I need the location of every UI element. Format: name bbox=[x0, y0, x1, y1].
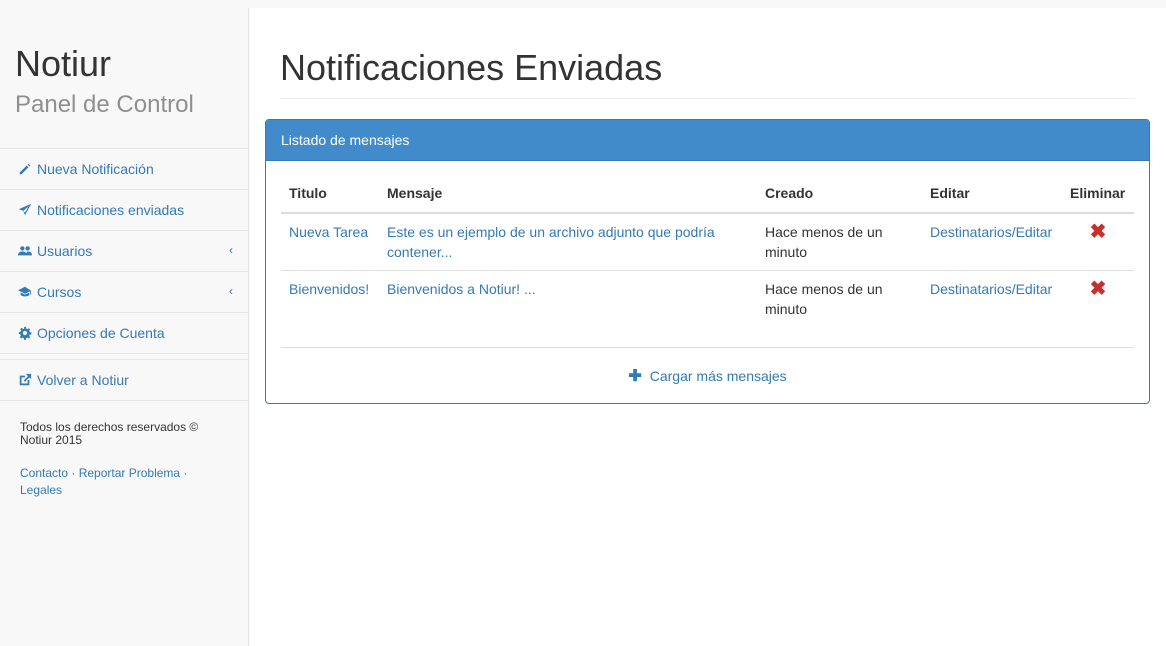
sidebar-item-label: Notificaciones enviadas bbox=[37, 202, 185, 218]
creado-text: Hace menos de un minuto bbox=[757, 212, 922, 271]
brand-subtitle: Panel de Control bbox=[15, 91, 194, 118]
sidebar-item-notificaciones-enviadas[interactable]: Notificaciones enviadas bbox=[0, 190, 248, 231]
paper-plane-icon bbox=[17, 203, 33, 217]
sidebar-item-volver[interactable]: Volver a Notiur bbox=[0, 360, 248, 401]
page-title: Notificaciones Enviadas bbox=[280, 48, 1135, 99]
sidebar: Notiur Panel de Control Nueva Notificaci… bbox=[0, 8, 249, 646]
graduation-cap-icon bbox=[17, 285, 33, 299]
panel-heading: Listado de mensajes bbox=[266, 120, 1149, 161]
load-more-label: Cargar más mensajes bbox=[649, 368, 787, 384]
plus-icon: ✚ bbox=[628, 368, 642, 385]
mensaje-link[interactable]: Este es un ejemplo de un archivo adjunto… bbox=[387, 224, 715, 260]
column-header-mensaje: Mensaje bbox=[379, 174, 757, 214]
load-more-button[interactable]: ✚ Cargar más mensajes bbox=[281, 347, 1134, 404]
pencil-icon bbox=[17, 162, 33, 176]
column-header-titulo: Titulo bbox=[281, 174, 379, 214]
sidebar-item-usuarios[interactable]: Usuarios ‹ bbox=[0, 231, 248, 272]
editar-link[interactable]: Destinatarios/Editar bbox=[930, 224, 1052, 240]
users-icon bbox=[17, 244, 33, 258]
copyright-text: Todos los derechos reservados © Notiur 2… bbox=[20, 420, 199, 447]
brand-title: Notiur bbox=[15, 43, 112, 84]
column-header-creado: Creado bbox=[757, 174, 922, 214]
legales-link[interactable]: Legales bbox=[20, 483, 62, 497]
gear-icon bbox=[17, 326, 33, 340]
mensaje-link[interactable]: Bienvenidos a Notiur! ... bbox=[387, 281, 536, 297]
messages-panel: Listado de mensajes Titulo Mensaje Cread… bbox=[265, 119, 1150, 404]
sidebar-item-label: Volver a Notiur bbox=[37, 372, 129, 388]
sidebar-item-label: Opciones de Cuenta bbox=[37, 325, 165, 341]
delete-icon[interactable]: ✖ bbox=[1090, 221, 1107, 243]
table-row: Bienvenidos! Bienvenidos a Notiur! ... H… bbox=[281, 270, 1134, 328]
reportar-problema-link[interactable]: Reportar Problema bbox=[79, 466, 180, 480]
main-content: Notificaciones Enviadas Listado de mensa… bbox=[250, 8, 1166, 646]
footer-links: Contacto · Reportar Problema · Legales bbox=[20, 466, 188, 497]
brand: Notiur Panel de Control bbox=[0, 8, 248, 149]
column-header-editar: Editar bbox=[922, 174, 1062, 214]
sidebar-item-label: Nueva Notificación bbox=[37, 161, 154, 177]
sidebar-item-label: Usuarios bbox=[37, 243, 93, 259]
creado-text: Hace menos de un minuto bbox=[757, 270, 922, 328]
column-header-eliminar: Eliminar bbox=[1062, 174, 1134, 214]
table-row: Nueva Tarea Este es un ejemplo de un arc… bbox=[281, 212, 1134, 271]
titulo-link[interactable]: Bienvenidos! bbox=[289, 281, 369, 297]
external-link-icon bbox=[17, 373, 33, 387]
editar-link[interactable]: Destinatarios/Editar bbox=[930, 281, 1052, 297]
sidebar-item-nueva-notificacion[interactable]: Nueva Notificación bbox=[0, 149, 248, 190]
titulo-link[interactable]: Nueva Tarea bbox=[289, 224, 368, 240]
contacto-link[interactable]: Contacto bbox=[20, 466, 68, 480]
delete-icon[interactable]: ✖ bbox=[1090, 278, 1107, 300]
sidebar-item-label: Cursos bbox=[37, 284, 82, 300]
messages-table: Titulo Mensaje Creado Editar Eliminar Nu… bbox=[281, 174, 1134, 328]
sidebar-item-opciones-cuenta[interactable]: Opciones de Cuenta bbox=[0, 313, 248, 354]
chevron-left-icon: ‹ bbox=[229, 284, 233, 298]
chevron-left-icon: ‹ bbox=[229, 243, 233, 257]
sidebar-item-cursos[interactable]: Cursos ‹ bbox=[0, 272, 248, 313]
